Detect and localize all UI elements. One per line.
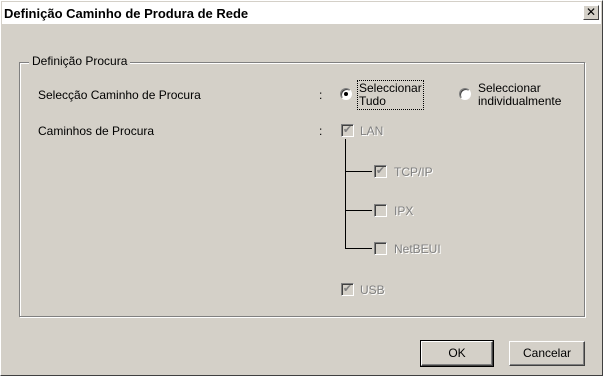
select-individually-radio[interactable]	[459, 88, 471, 100]
network-search-path-dialog: Definição Caminho de Produra de Rede ✕ D…	[0, 0, 603, 376]
radio-selected-dot	[344, 92, 348, 96]
search-paths-label: Caminhos de Procura	[38, 124, 155, 138]
usb-label: USB	[360, 283, 385, 297]
select-individually-label-line2: individualmente	[478, 94, 562, 108]
path-selection-label: Selecção Caminho de Procura	[38, 88, 201, 102]
ipx-label: IPX	[394, 204, 414, 218]
select-individually-radio-label[interactable]: Seleccionar individualmente	[478, 82, 561, 108]
netbeui-label: NetBEUI	[394, 242, 441, 256]
select-all-label-line2: Tudo	[359, 94, 386, 108]
netbeui-checkbox[interactable]	[374, 242, 387, 255]
group-legend: Definição Procura	[29, 54, 131, 68]
dialog-title: Definição Caminho de Produra de Rede	[4, 6, 249, 21]
tree-branch-tcpip	[345, 171, 372, 172]
lan-label: LAN	[360, 124, 384, 138]
tree-branch-ipx	[345, 210, 372, 211]
cancel-button[interactable]: Cancelar	[509, 341, 585, 366]
tree-vertical-line	[345, 139, 346, 248]
ipx-checkbox[interactable]	[374, 204, 387, 217]
select-all-radio-label[interactable]: Seleccionar Tudo	[357, 80, 424, 110]
title-bar[interactable]: Definição Caminho de Produra de Rede ✕	[2, 2, 601, 24]
path-selection-colon: :	[319, 88, 323, 102]
tcpip-checkbox[interactable]: ✔	[374, 165, 387, 178]
tree-branch-netbeui	[345, 248, 372, 249]
close-icon[interactable]: ✕	[583, 5, 599, 20]
search-paths-colon: :	[319, 124, 323, 138]
usb-checkbox[interactable]: ✔	[341, 283, 354, 296]
select-all-radio[interactable]	[340, 88, 352, 100]
lan-checkbox[interactable]: ✔	[341, 124, 354, 137]
ok-button[interactable]: OK	[420, 340, 494, 367]
tcpip-label: TCP/IP	[394, 165, 433, 179]
